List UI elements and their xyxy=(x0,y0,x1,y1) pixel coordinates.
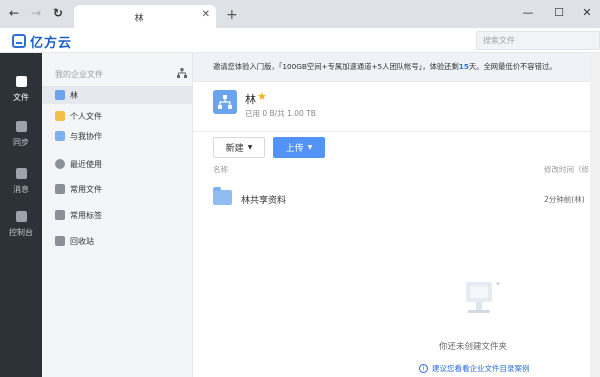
rail-item-files[interactable]: 文件 xyxy=(0,71,42,111)
org-chart-icon[interactable] xyxy=(177,68,187,78)
promo-banner: 邀请您体验入门版，「100GB空间+专属加速通道+5人团队帐号」，体验还剩15天… xyxy=(193,53,600,82)
sidebar-item-label: 与我协作 xyxy=(70,132,102,141)
folder-title: 林 xyxy=(245,93,256,106)
sidebar-heading: 我的企业文件 xyxy=(55,70,103,79)
sidebar-item-trash[interactable]: 回收站 xyxy=(42,232,193,250)
tab-close-icon[interactable]: ✕ xyxy=(202,9,210,20)
sidebar-item-label: 最近使用 xyxy=(70,160,102,169)
promo-days: 15 xyxy=(458,62,469,71)
new-tab-button[interactable]: + xyxy=(226,8,238,22)
back-arrow-icon[interactable]: ← xyxy=(6,5,22,21)
empty-state-text: 你还未创建文件夹 xyxy=(439,342,508,352)
logo[interactable]: 亿方云 xyxy=(12,32,73,51)
file-icon xyxy=(15,76,27,87)
crown-icon: ★ xyxy=(257,90,267,103)
sidebar-item-label: 回收站 xyxy=(70,237,94,246)
scrollbar[interactable] xyxy=(590,53,600,377)
rail-item-messages[interactable]: 消息 xyxy=(0,163,42,203)
trash-icon xyxy=(55,236,65,246)
promo-text-part1: 邀请您体验入门版，「100GB空间+专属加速通道+5人团队帐号」，体验还剩 xyxy=(213,62,459,71)
main-content: 邀请您体验入门版，「100GB空间+专属加速通道+5人团队帐号」，体验还剩15天… xyxy=(193,53,600,377)
message-icon xyxy=(15,168,27,179)
star-icon xyxy=(55,184,65,194)
collab-icon xyxy=(55,131,65,141)
search-box[interactable] xyxy=(476,31,600,50)
tag-icon xyxy=(55,210,65,220)
minimize-button[interactable]: — xyxy=(518,6,538,19)
promo-text: 邀请您体验入门版，「100GB空间+专属加速通道+5人团队帐号」，体验还剩15天… xyxy=(213,62,556,72)
logo-icon xyxy=(12,34,26,48)
recent-icon xyxy=(55,159,65,169)
sidebar-item-label: 个人文件 xyxy=(70,112,102,121)
app-header: 亿方云 xyxy=(0,28,600,53)
new-button-label: 新建 xyxy=(225,144,244,154)
sidebar-item-label: 常用文件 xyxy=(70,185,102,194)
rail-label: 消息 xyxy=(13,185,29,194)
personal-file-icon xyxy=(55,111,65,121)
storage-quota: 已用 0 B/共 1.00 TB xyxy=(245,109,316,118)
logo-text: 亿方云 xyxy=(30,35,73,51)
svg-text:✦: ✦ xyxy=(495,280,501,288)
divider xyxy=(193,131,600,132)
reload-icon[interactable]: ↻ xyxy=(50,5,66,21)
org-folder-icon xyxy=(55,90,65,100)
sidebar-item-label: 林 xyxy=(70,91,78,100)
sidebar-item-tags[interactable]: 常用标签 xyxy=(42,206,193,224)
file-name[interactable]: 林共享资料 xyxy=(241,193,286,206)
maximize-button[interactable]: ☐ xyxy=(549,6,569,19)
sidebar-item-favorites[interactable]: 常用文件 xyxy=(42,180,193,198)
rail-label: 同步 xyxy=(13,138,29,147)
file-modified: 2分钟前(林) xyxy=(544,195,585,204)
console-icon xyxy=(15,211,27,222)
sidebar-item-label: 常用标签 xyxy=(70,211,102,220)
sidebar-item-personal[interactable]: 个人文件 xyxy=(42,107,193,125)
upload-button[interactable]: 上传 ▼ xyxy=(273,137,325,158)
rail-item-console[interactable]: 控制台 xyxy=(0,206,42,246)
rail-label: 文件 xyxy=(13,93,29,102)
sidebar-item-collab[interactable]: 与我协作 xyxy=(42,127,193,145)
left-rail: 文件 同步 消息 控制台 xyxy=(0,53,42,377)
sync-icon xyxy=(15,121,27,132)
caret-down-icon: ▼ xyxy=(307,144,313,151)
upload-button-label: 上传 xyxy=(285,144,304,154)
rail-label: 控制台 xyxy=(9,228,33,237)
tab-title: 林 xyxy=(134,14,144,24)
caret-down-icon: ▼ xyxy=(247,144,253,151)
close-window-button[interactable]: ✕ xyxy=(577,6,597,19)
sidebar-item-recent[interactable]: 最近使用 xyxy=(42,155,193,173)
sidebar-item-org[interactable]: 林 xyxy=(42,86,193,104)
sidebar: 我的企业文件 林 个人文件 与我协作 最近使用 常用文件 常用标签 回收站 xyxy=(42,53,193,377)
rail-item-sync[interactable]: 同步 xyxy=(0,116,42,156)
help-link[interactable]: i 建议您看看企业文件目录案例 xyxy=(419,363,530,374)
column-header-modified[interactable]: 修改时间（修 xyxy=(544,164,589,175)
org-folder-icon xyxy=(213,90,237,114)
new-button[interactable]: 新建 ▼ xyxy=(213,137,265,158)
help-link-label: 建议您看看企业文件目录案例 xyxy=(432,364,530,373)
browser-toolbar: ← → ↻ 林 ✕ + — ☐ ✕ xyxy=(0,0,600,28)
info-icon: i xyxy=(419,364,428,373)
column-header-name[interactable]: 名称 xyxy=(213,164,228,175)
search-input[interactable] xyxy=(477,32,599,49)
browser-tab[interactable]: 林 ✕ xyxy=(74,5,216,28)
empty-folder-illustration: ✦ xyxy=(466,280,501,313)
table-row[interactable]: 林共享资料 2分钟前(林) xyxy=(193,183,600,213)
promo-text-part2: 天。全网最低价不容错过。 xyxy=(468,62,557,71)
shared-folder-icon xyxy=(213,187,232,205)
forward-arrow-icon[interactable]: → xyxy=(28,5,44,21)
